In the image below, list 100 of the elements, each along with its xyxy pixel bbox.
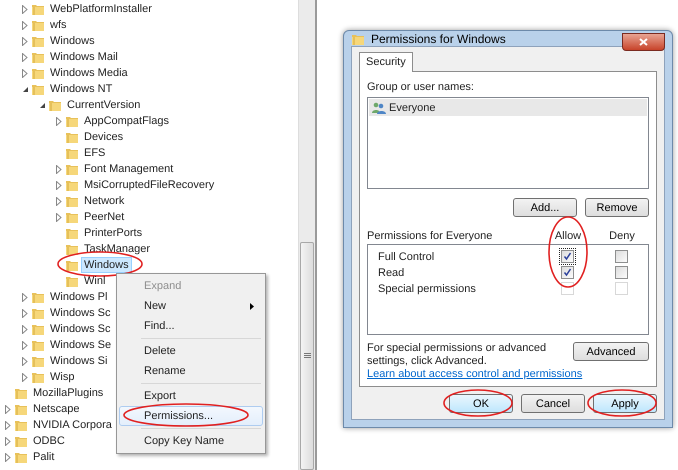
folder-icon [65, 242, 79, 256]
permission-name: Special permissions [378, 282, 477, 294]
folder-icon [65, 258, 79, 272]
column-header: Deny [609, 230, 635, 242]
menu-item[interactable]: Delete [119, 341, 263, 361]
tree-item[interactable]: Windows Si [47, 353, 110, 369]
tree-item[interactable]: NVIDIA Corpora [30, 417, 115, 433]
deny-checkbox[interactable] [612, 248, 630, 265]
collapsed-arrow-icon[interactable] [5, 452, 11, 462]
help-link[interactable]: Learn about access control and permissions [367, 368, 649, 380]
tree-item[interactable]: Windows NT [47, 81, 116, 97]
folder-icon [14, 418, 28, 432]
menu-item[interactable]: Find... [119, 316, 263, 336]
tree-item[interactable]: Windows Sc [47, 305, 114, 321]
collapsed-arrow-icon[interactable] [22, 68, 28, 78]
close-button[interactable] [622, 33, 665, 51]
folder-icon [31, 322, 45, 336]
collapsed-arrow-icon[interactable] [22, 52, 28, 62]
folder-icon [31, 18, 45, 32]
collapsed-arrow-icon[interactable] [56, 116, 62, 126]
collapsed-arrow-icon[interactable] [5, 420, 11, 430]
folder-icon [31, 82, 45, 96]
collapsed-arrow-icon[interactable] [22, 20, 28, 30]
collapsed-arrow-icon[interactable] [56, 196, 62, 206]
tree-item[interactable]: PrinterPorts [81, 225, 146, 241]
folder-icon [31, 338, 45, 352]
allow-checkbox[interactable] [558, 264, 576, 281]
permissions-label: Permissions for Everyone [367, 230, 494, 242]
collapsed-arrow-icon[interactable] [56, 164, 62, 174]
tree-item[interactable]: Windows Mail [47, 49, 121, 65]
collapsed-arrow-icon[interactable] [56, 212, 62, 222]
dialog-button[interactable]: Cancel [521, 394, 585, 413]
folder-icon [65, 178, 79, 192]
tree-item[interactable]: TaskManager [81, 241, 154, 257]
scroll-thumb[interactable] [300, 242, 314, 470]
window-title: Permissions for Windows [371, 32, 506, 46]
dialog-button[interactable]: OK [449, 394, 513, 413]
close-icon [639, 38, 648, 46]
collapsed-arrow-icon[interactable] [22, 324, 28, 334]
group-label: Group or user names: [367, 81, 475, 93]
tree-item[interactable]: MozillaPlugins [30, 385, 106, 401]
folder-icon [65, 162, 79, 176]
tree-item[interactable]: MsiCorruptedFileRecovery [81, 177, 218, 193]
folder-icon [65, 210, 79, 224]
tree-item[interactable]: Netscape [30, 401, 82, 417]
folder-icon [31, 370, 45, 384]
tree-item[interactable]: Winl [81, 273, 108, 289]
tree-item[interactable]: Palit [30, 449, 58, 465]
menu-item[interactable]: Rename [119, 361, 263, 381]
tree-item[interactable]: WebPlatformInstaller [47, 1, 155, 17]
user-list[interactable]: Everyone [367, 97, 649, 189]
menu-item[interactable]: Permissions... [119, 406, 263, 426]
dialog-button[interactable]: Apply [593, 394, 657, 413]
expanded-arrow-icon[interactable] [38, 102, 46, 108]
folder-icon [31, 290, 45, 304]
deny-checkbox[interactable] [612, 264, 630, 281]
tree-item[interactable]: Devices [81, 129, 126, 145]
advanced-button[interactable]: Advanced [573, 342, 649, 361]
menu-item[interactable]: Copy Key Name [119, 431, 263, 451]
collapsed-arrow-icon[interactable] [5, 436, 11, 446]
collapsed-arrow-icon[interactable] [22, 308, 28, 318]
tree-item[interactable]: Windows Se [47, 337, 114, 353]
folder-icon [65, 114, 79, 128]
tree-item[interactable]: Network [81, 193, 128, 209]
tree-item[interactable]: Wisp [47, 369, 78, 385]
tree-item[interactable]: Font Management [81, 161, 176, 177]
tree-item[interactable]: CurrentVersion [64, 97, 144, 113]
menu-item[interactable]: New [119, 296, 263, 316]
user-item[interactable]: Everyone [369, 99, 647, 116]
dialog-button[interactable]: Add... [513, 198, 577, 217]
tab[interactable]: Security [359, 52, 413, 72]
collapsed-arrow-icon[interactable] [22, 372, 28, 382]
tree-item[interactable]: Windows Media [47, 65, 131, 81]
folder-icon [14, 450, 28, 464]
expanded-arrow-icon[interactable] [22, 86, 28, 92]
menu-item[interactable]: Export [119, 386, 263, 406]
tree-item[interactable]: Windows Sc [47, 321, 114, 337]
tree-item[interactable]: Windows Pl [47, 289, 110, 305]
collapsed-arrow-icon[interactable] [22, 292, 28, 302]
scrollbar[interactable] [298, 0, 315, 470]
folder-icon [14, 402, 28, 416]
collapsed-arrow-icon[interactable] [22, 4, 28, 14]
tree-item[interactable]: ODBC [30, 433, 68, 449]
tree-item[interactable]: Windows [47, 33, 98, 49]
folder-icon [31, 50, 45, 64]
tree-item[interactable]: EFS [81, 145, 108, 161]
collapsed-arrow-icon[interactable] [56, 180, 62, 190]
tree-item[interactable]: PeerNet [81, 209, 128, 225]
collapsed-arrow-icon[interactable] [5, 404, 11, 414]
tree-item[interactable]: wfs [47, 17, 70, 33]
collapsed-arrow-icon[interactable] [22, 36, 28, 46]
collapsed-arrow-icon[interactable] [22, 356, 28, 366]
tree-item[interactable]: AppCompatFlags [81, 113, 172, 129]
tree-item[interactable]: Windows [81, 257, 132, 273]
folder-icon [31, 306, 45, 320]
folder-icon [65, 146, 79, 160]
allow-checkbox[interactable] [558, 248, 576, 265]
dialog-button[interactable]: Remove [585, 198, 649, 217]
collapsed-arrow-icon[interactable] [22, 340, 28, 350]
column-header: Allow [554, 230, 582, 242]
